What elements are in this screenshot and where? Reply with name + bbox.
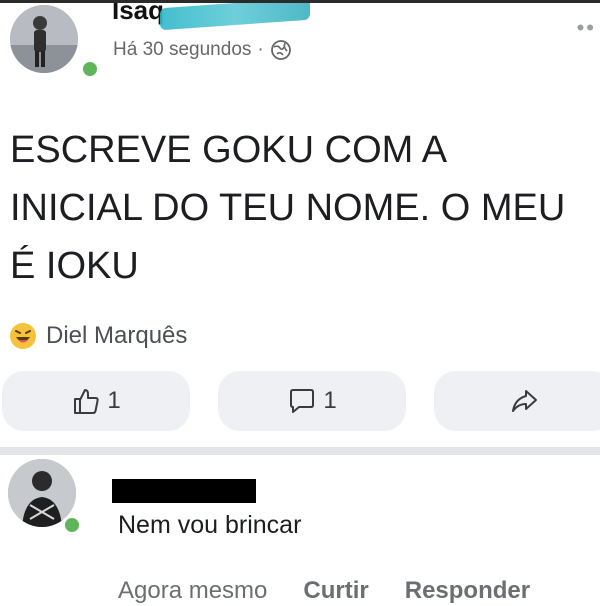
thumbs-up-icon bbox=[71, 386, 101, 416]
share-arrow-icon bbox=[509, 386, 539, 416]
post-meta: Há 30 segundos · bbox=[113, 39, 292, 61]
laughing-face-icon bbox=[8, 321, 38, 351]
post-text: ESCREVE GOKU COM A INICIAL DO TEU NOME. … bbox=[10, 129, 566, 287]
meta-separator: · bbox=[257, 39, 264, 60]
like-button[interactable]: 1 bbox=[2, 371, 190, 431]
commenter-online-indicator bbox=[62, 515, 82, 535]
comment-like-button[interactable]: Curtir bbox=[303, 577, 368, 605]
comment-reply-button[interactable]: Responder bbox=[405, 577, 530, 605]
globe-icon bbox=[270, 39, 292, 61]
post-timestamp[interactable]: Há 30 segundos bbox=[113, 39, 251, 61]
section-divider bbox=[0, 447, 600, 455]
author-name[interactable]: Isaq bbox=[112, 3, 164, 26]
comment-count: 1 bbox=[323, 387, 337, 414]
commenter-name-redaction bbox=[112, 479, 256, 503]
comment-actions: Agora mesmo Curtir Responder bbox=[118, 577, 530, 605]
comment-time: Agora mesmo bbox=[118, 577, 268, 604]
author-photo bbox=[10, 5, 78, 73]
reactor-name: Diel Marquês bbox=[46, 322, 188, 349]
author-name-redaction bbox=[160, 3, 310, 31]
comment-text: Nem vou brincar bbox=[118, 511, 302, 539]
author-online-indicator bbox=[80, 59, 100, 79]
post-card: Isaq Há 30 segundos · •• ESCREVE GOKU CO… bbox=[0, 0, 600, 606]
reaction-summary[interactable]: Diel Marquês bbox=[8, 321, 187, 351]
more-dots-icon[interactable]: •• bbox=[577, 15, 596, 41]
like-count: 1 bbox=[107, 387, 121, 414]
share-button[interactable] bbox=[434, 371, 600, 431]
comment-bubble-icon bbox=[287, 386, 317, 416]
author-avatar[interactable] bbox=[10, 5, 78, 73]
comment-button[interactable]: 1 bbox=[218, 371, 406, 431]
